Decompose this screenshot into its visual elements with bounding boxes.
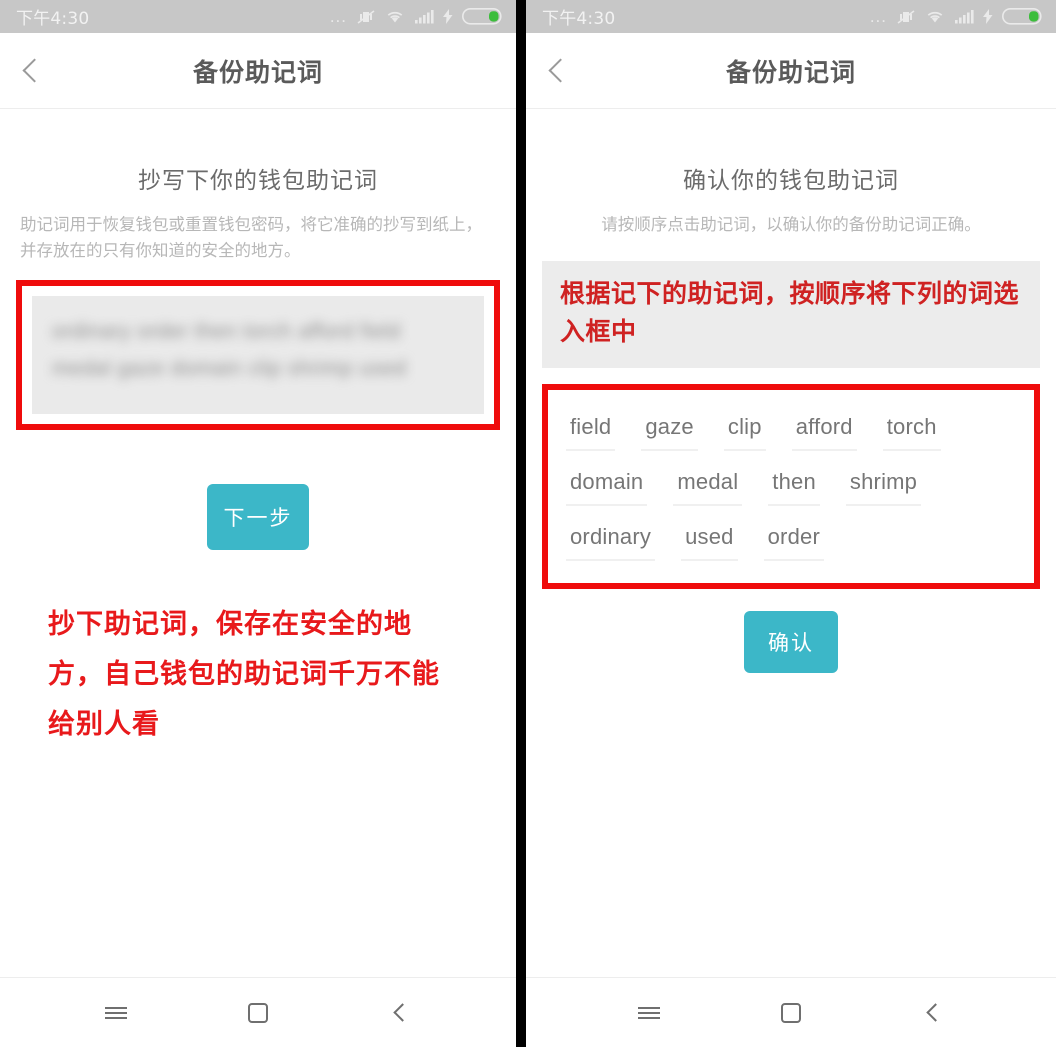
- word-chip[interactable]: gaze: [641, 408, 698, 452]
- android-nav-bar-left: [0, 977, 516, 1047]
- left-heading: 抄写下你的钱包助记词: [138, 167, 378, 193]
- status-time: 下午4:30: [16, 9, 90, 29]
- word-chip[interactable]: order: [763, 518, 824, 562]
- left-red-annotation-text: 抄下助记词，保存在安全的地方，自己钱包的助记词千万不能给别人看: [48, 609, 440, 740]
- battery-icon: [462, 8, 502, 25]
- title-bar-right: 备份助记词: [526, 33, 1056, 109]
- right-red-annotation-banner: 根据记下的助记词，按顺序将下列的词选入框中: [542, 260, 1040, 369]
- nav-menu-button-right[interactable]: [626, 990, 672, 1036]
- word-chip[interactable]: domain: [566, 463, 648, 507]
- vibrate-mute-icon: [357, 9, 375, 24]
- battery-icon: [1002, 8, 1042, 25]
- mnemonic-redbox-annotation: ordinary order then torch afford field m…: [16, 280, 500, 431]
- word-selection-grid: field gaze clip afford torch domain meda…: [558, 400, 1024, 573]
- menu-icon: [105, 1004, 127, 1022]
- right-phone-screen: 下午4:30 ... 备份助记词 确认你的钱包助记词 请按顺序点击助记词，以确认…: [526, 0, 1056, 1047]
- back-chevron-icon: [926, 1003, 945, 1022]
- next-button-wrap: 下一步: [16, 430, 500, 551]
- charging-bolt-icon: [443, 9, 453, 24]
- confirm-button-wrap: 确认: [542, 589, 1040, 674]
- right-subtitle: 请按顺序点击助记词，以确认你的备份助记词正确。: [601, 216, 981, 234]
- android-nav-bar-right: [526, 977, 1056, 1047]
- word-chip[interactable]: shrimp: [845, 463, 922, 507]
- nav-home-button-right[interactable]: [768, 990, 814, 1036]
- word-row: domain medal then shrimp: [566, 463, 1020, 507]
- charging-bolt-icon: [983, 9, 993, 24]
- confirm-button[interactable]: 确认: [744, 611, 838, 674]
- nav-menu-button-left[interactable]: [93, 990, 139, 1036]
- right-content: 确认你的钱包助记词 请按顺序点击助记词，以确认你的备份助记词正确。 根据记下的助…: [526, 109, 1056, 977]
- home-square-icon: [248, 1002, 268, 1023]
- nav-home-button-left[interactable]: [235, 990, 281, 1036]
- right-heading: 确认你的钱包助记词: [683, 167, 899, 193]
- word-chip[interactable]: torch: [882, 408, 941, 452]
- word-row: field gaze clip afford torch: [566, 408, 1020, 452]
- menu-icon: [638, 1004, 660, 1022]
- back-chevron-icon: [393, 1003, 412, 1022]
- title-bar-left: 备份助记词: [0, 33, 516, 109]
- word-chip[interactable]: clip: [723, 408, 766, 452]
- status-time-right: 下午4:30: [542, 9, 616, 29]
- left-subtitle: 助记词用于恢复钱包或重置钱包密码，将它准确的抄写到纸上，并存放在的只有你知道的安…: [20, 216, 482, 260]
- word-chip[interactable]: ordinary: [566, 518, 656, 562]
- signal-bars-icon: [955, 10, 974, 24]
- word-chip[interactable]: medal: [673, 463, 743, 507]
- vibrate-mute-icon: [897, 9, 915, 24]
- nav-back-button-left[interactable]: [377, 990, 423, 1036]
- status-bar-left: 下午4:30 ...: [0, 0, 516, 33]
- dual-screenshot-container: 下午4:30 ... 备份助记词 抄写下你的钱包助记词 助记词用于恢复钱包或重置…: [0, 0, 1056, 1047]
- more-dots-icon: ...: [329, 6, 347, 26]
- word-row: ordinary used order: [566, 518, 1020, 562]
- status-icons: ...: [330, 8, 502, 25]
- word-chip[interactable]: used: [681, 518, 738, 562]
- nav-back-button-right[interactable]: [910, 990, 956, 1036]
- page-title-left: 备份助记词: [192, 58, 323, 87]
- left-content: 抄写下你的钱包助记词 助记词用于恢复钱包或重置钱包密码，将它准确的抄写到纸上，并…: [0, 109, 516, 977]
- mnemonic-words-blurred: ordinary order then torch afford field m…: [52, 320, 407, 380]
- word-list-redbox-annotation: field gaze clip afford torch domain meda…: [542, 384, 1040, 590]
- mnemonic-display-field[interactable]: ordinary order then torch afford field m…: [32, 296, 484, 415]
- word-chip[interactable]: field: [566, 408, 616, 452]
- word-chip[interactable]: then: [768, 463, 820, 507]
- word-chip[interactable]: afford: [791, 408, 857, 452]
- page-title-right: 备份助记词: [725, 58, 856, 87]
- next-step-button[interactable]: 下一步: [207, 484, 309, 551]
- status-icons-right: ...: [870, 8, 1042, 25]
- home-square-icon: [781, 1002, 801, 1023]
- left-phone-screen: 下午4:30 ... 备份助记词 抄写下你的钱包助记词 助记词用于恢复钱包或重置…: [0, 0, 516, 1047]
- wifi-icon: [387, 11, 403, 23]
- signal-bars-icon: [415, 10, 434, 24]
- panel-divider: [516, 0, 526, 1047]
- status-bar-right: 下午4:30 ...: [526, 0, 1056, 33]
- wifi-icon: [927, 11, 943, 23]
- more-dots-icon: ...: [869, 6, 887, 26]
